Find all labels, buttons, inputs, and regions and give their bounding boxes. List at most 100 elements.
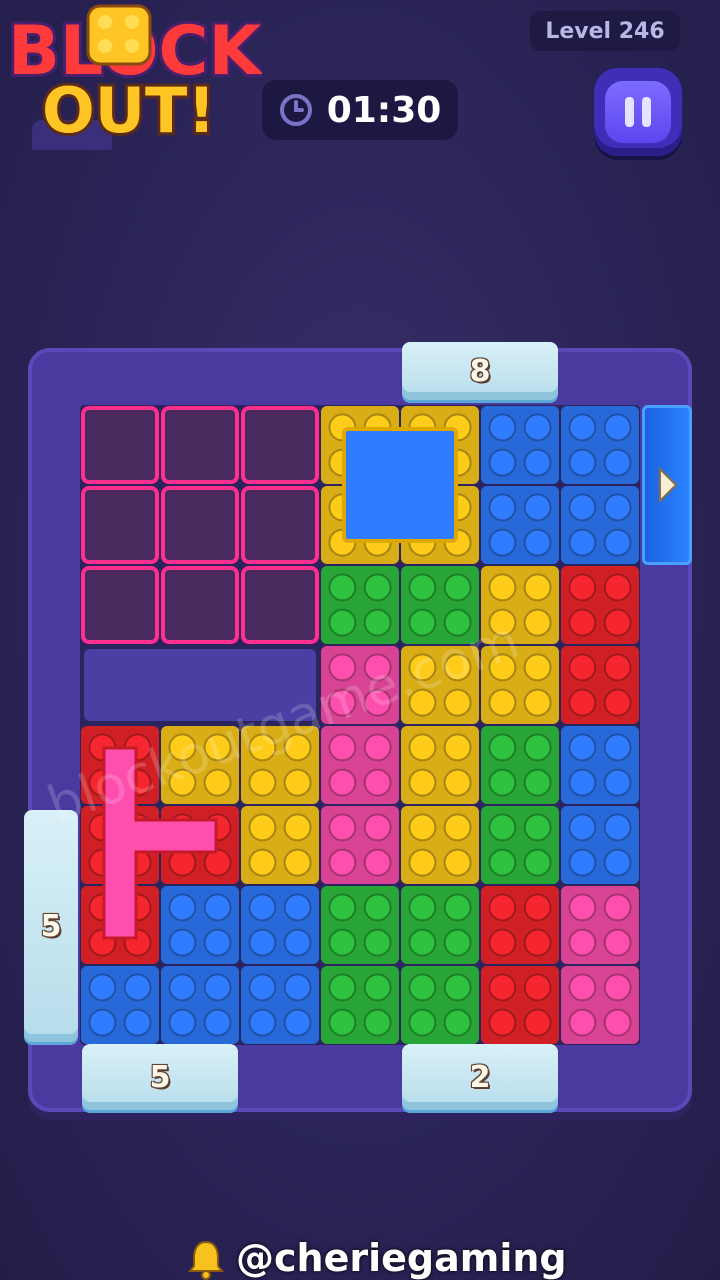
- block-stud: [568, 653, 597, 682]
- block-stud: [168, 973, 197, 1002]
- block-stud: [523, 1008, 552, 1037]
- block-stud: [568, 893, 597, 922]
- empty-cell: [241, 566, 319, 644]
- block-stud: [88, 1008, 117, 1037]
- block-stud: [328, 608, 357, 637]
- block-stud: [488, 928, 517, 957]
- piece-red-1x2[interactable]: [561, 566, 639, 724]
- block-stud: [488, 688, 517, 717]
- block-stud: [408, 608, 437, 637]
- block-stud: [523, 493, 552, 522]
- block-stud: [443, 893, 472, 922]
- block-stud: [363, 573, 392, 602]
- block-stud: [443, 973, 472, 1002]
- block-stud: [328, 848, 357, 877]
- empty-cell: [81, 406, 159, 484]
- block-stud: [568, 813, 597, 842]
- block-stud: [488, 448, 517, 477]
- block-stud: [328, 813, 357, 842]
- block-stud: [328, 768, 357, 797]
- block-stud: [523, 973, 552, 1002]
- block-stud: [488, 768, 517, 797]
- block-stud: [248, 848, 277, 877]
- block-stud: [168, 893, 197, 922]
- block-stud: [523, 448, 552, 477]
- block-stud: [488, 893, 517, 922]
- block-stud: [523, 528, 552, 557]
- block-stud: [248, 768, 277, 797]
- block-stud: [328, 893, 357, 922]
- empty-cell: [161, 566, 239, 644]
- block-stud: [203, 928, 232, 957]
- block-stud: [523, 413, 552, 442]
- block-stud: [523, 928, 552, 957]
- block-stud: [568, 733, 597, 762]
- block-stud: [363, 848, 392, 877]
- block-stud: [408, 768, 437, 797]
- block-stud: [363, 1008, 392, 1037]
- block-stud: [328, 733, 357, 762]
- block-stud: [488, 848, 517, 877]
- block-stud: [568, 528, 597, 557]
- block-stud: [488, 528, 517, 557]
- block-stud: [328, 973, 357, 1002]
- block-stud: [443, 848, 472, 877]
- pieces-layer: [81, 406, 639, 1044]
- block-stud: [523, 688, 552, 717]
- block-stud: [603, 688, 632, 717]
- block-stud: [603, 973, 632, 1002]
- block-stud: [568, 493, 597, 522]
- block-stud: [568, 768, 597, 797]
- block-stud: [408, 848, 437, 877]
- block-stud: [443, 1008, 472, 1037]
- block-stud: [283, 1008, 312, 1037]
- block-stud: [363, 608, 392, 637]
- block-stud: [363, 893, 392, 922]
- block-stud: [283, 848, 312, 877]
- block-stud: [328, 928, 357, 957]
- creator-handle: @cheriegaming: [236, 1236, 567, 1280]
- empty-cell: [81, 566, 159, 644]
- block-stud: [523, 768, 552, 797]
- piece-blue-2x2-top[interactable]: [481, 406, 639, 564]
- piece-green-1x2[interactable]: [481, 726, 559, 884]
- block-stud: [363, 813, 392, 842]
- block-stud: [523, 653, 552, 682]
- piece-pink-1x2[interactable]: [561, 886, 639, 1044]
- empty-cell: [161, 486, 239, 564]
- empty-cell: [241, 406, 319, 484]
- block-stud: [283, 768, 312, 797]
- piece-pink-empty-3x3[interactable]: [81, 406, 319, 644]
- block-stud: [488, 413, 517, 442]
- block-stud: [408, 928, 437, 957]
- block-stud: [408, 813, 437, 842]
- block-stud: [408, 893, 437, 922]
- block-stud: [603, 448, 632, 477]
- empty-cell: [161, 406, 239, 484]
- block-stud: [523, 573, 552, 602]
- block-stud: [603, 608, 632, 637]
- block-stud: [248, 813, 277, 842]
- piece-blue-1x2[interactable]: [561, 726, 639, 884]
- block-stud: [443, 733, 472, 762]
- block-stud: [603, 768, 632, 797]
- empty-cell: [81, 486, 159, 564]
- block-stud: [443, 813, 472, 842]
- block-stud: [523, 813, 552, 842]
- block-stud: [568, 448, 597, 477]
- block-stud: [363, 768, 392, 797]
- block-stud: [408, 573, 437, 602]
- block-stud: [248, 928, 277, 957]
- block-stud: [283, 813, 312, 842]
- piece-green-2x2[interactable]: [321, 886, 479, 1044]
- block-stud: [248, 893, 277, 922]
- block-stud: [443, 573, 472, 602]
- block-stud: [568, 688, 597, 717]
- block-stud: [248, 1008, 277, 1037]
- block-stud: [603, 1008, 632, 1037]
- block-stud: [283, 973, 312, 1002]
- block-stud: [568, 573, 597, 602]
- block-stud: [488, 1008, 517, 1037]
- block-stud: [488, 813, 517, 842]
- block-stud: [568, 973, 597, 1002]
